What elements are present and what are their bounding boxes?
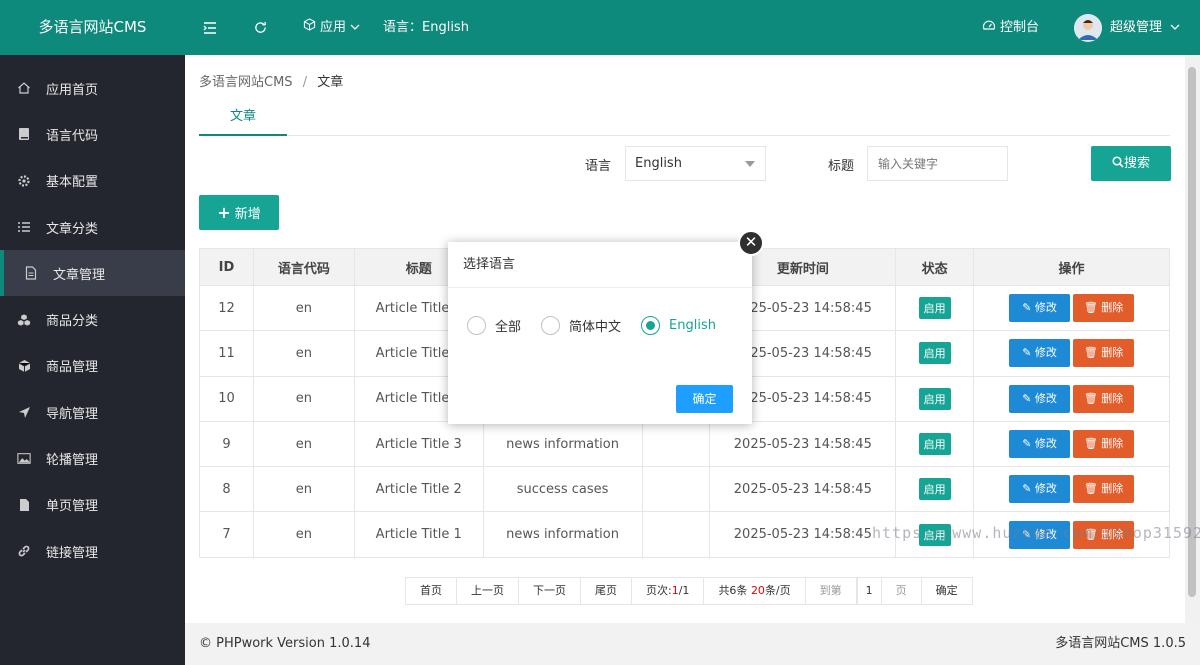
radio-label: English bbox=[669, 318, 716, 333]
dialog-title: 选择语言 bbox=[448, 242, 752, 288]
language-radio-group: 全部 简体中文 English bbox=[467, 316, 736, 335]
watermark-text: https://www.huzhan.com/ishop31592 bbox=[872, 524, 1200, 542]
radio-label: 全部 bbox=[495, 320, 522, 335]
radio-circle-icon bbox=[541, 316, 561, 335]
radio-label: 简体中文 bbox=[569, 320, 622, 335]
language-select-dialog: 选择语言 全部 简体中文 English 确定 bbox=[448, 242, 752, 424]
confirm-button[interactable]: 确定 bbox=[676, 385, 733, 413]
modal-overlay: 选择语言 全部 简体中文 English 确定 ✕ bbox=[0, 0, 1200, 665]
radio-english[interactable]: English bbox=[641, 316, 716, 335]
close-icon[interactable]: ✕ bbox=[738, 230, 764, 256]
radio-all[interactable]: 全部 bbox=[467, 316, 521, 335]
radio-circle-icon bbox=[467, 316, 486, 335]
radio-simplified-chinese[interactable]: 简体中文 bbox=[541, 316, 621, 335]
radio-checked-icon bbox=[641, 316, 661, 335]
